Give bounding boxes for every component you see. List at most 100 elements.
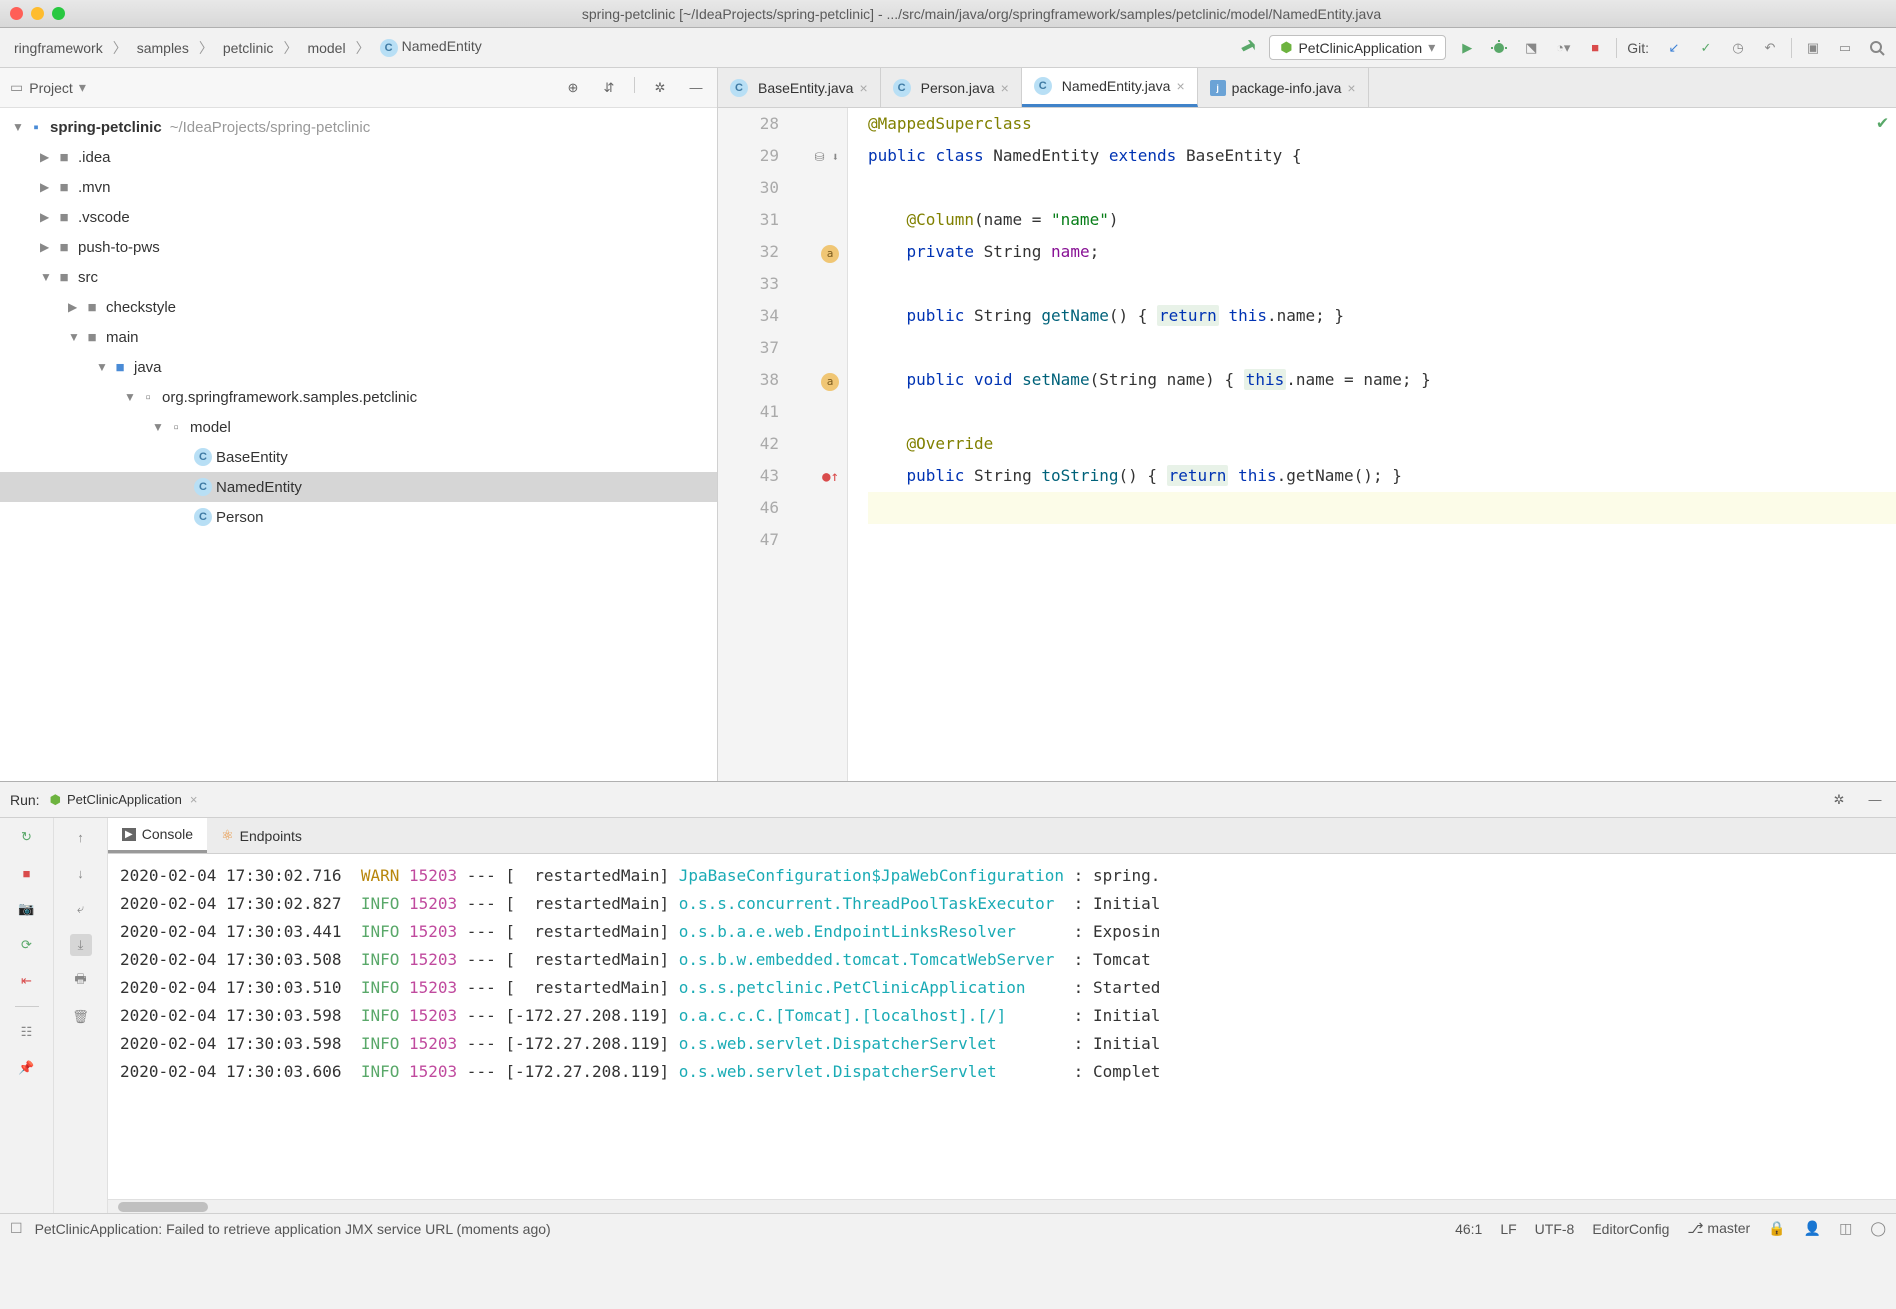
editorconfig-indicator[interactable]: EditorConfig [1592,1221,1669,1237]
minimize-window-button[interactable] [31,7,44,20]
expand-all-button[interactable]: ⇵ [598,77,620,99]
git-rollback-button[interactable]: ↶ [1759,37,1781,59]
stop-button[interactable]: ■ [1584,37,1606,59]
run-button[interactable]: ▶ [1456,37,1478,59]
tree-arrow-icon[interactable]: ▼ [152,420,166,434]
tree-row[interactable]: CPerson [0,502,717,532]
tree-arrow-icon[interactable]: ▼ [96,360,110,374]
layout-button[interactable]: ☷ [16,1021,38,1043]
tree-arrow-icon[interactable]: ▶ [40,210,54,224]
status-message[interactable]: PetClinicApplication: Failed to retrieve… [35,1221,551,1237]
tree-arrow-icon[interactable]: ▶ [68,300,82,314]
scrollbar-thumb[interactable] [118,1202,208,1212]
git-branch-indicator[interactable]: ⎇ master [1687,1220,1750,1237]
git-commit-button[interactable]: ✓ [1695,37,1717,59]
scroll-down-button[interactable]: ↓ [70,862,92,884]
stop-button[interactable]: ■ [16,862,38,884]
fullscreen-window-button[interactable] [52,7,65,20]
hide-panel-button[interactable]: — [685,77,707,99]
close-window-button[interactable] [10,7,23,20]
tree-arrow-icon[interactable]: ▶ [40,240,54,254]
encoding[interactable]: UTF-8 [1535,1221,1575,1237]
breadcrumb-item[interactable]: ringframework [8,38,109,58]
tree-row[interactable]: ▶■.idea [0,142,717,172]
breadcrumb-item[interactable]: model [301,38,351,58]
exit-button[interactable]: ⇤ [16,970,38,992]
tree-arrow-icon[interactable]: ▼ [124,390,138,404]
tree-arrow-icon[interactable]: ▼ [40,270,54,284]
git-update-button[interactable]: ↙ [1663,37,1685,59]
project-tree[interactable]: ▼▪spring-petclinic~/IdeaProjects/spring-… [0,108,717,781]
endpoints-tab[interactable]: ⚛ Endpoints [207,818,316,853]
settings-button[interactable]: ✲ [1828,789,1850,811]
tree-row[interactable]: CNamedEntity [0,472,717,502]
chevron-down-icon[interactable]: ▾ [79,79,86,96]
jpa-marker-icon[interactable]: ⛁ ⬇ [814,150,839,164]
profile-button[interactable]: ◔▾ [1552,37,1574,59]
run-config-name[interactable]: PetClinicApplication [67,792,182,807]
git-history-button[interactable]: ◷ [1727,37,1749,59]
console-output[interactable]: 2020-02-04 17:30:02.716 WARN 15203 --- [… [108,854,1896,1199]
ide-settings-button[interactable]: ▭ [1834,37,1856,59]
rerun-button[interactable]: ↻ [16,826,38,848]
build-button[interactable] [1237,37,1259,59]
override-marker-icon[interactable]: ●↑ [822,469,839,485]
tree-arrow-icon[interactable]: ▼ [12,120,26,134]
console-tab[interactable]: ▶ Console [108,818,207,853]
tool-windows-button[interactable]: ☐ [10,1220,23,1237]
accessor-marker-icon[interactable]: a [821,373,839,391]
gutter[interactable]: 2829303132333437384142434647 ⛁ ⬇aa●↑ [718,108,848,781]
line-separator[interactable]: LF [1500,1221,1516,1237]
tree-row[interactable]: ▼▫org.springframework.samples.petclinic [0,382,717,412]
search-icon[interactable]: ◯ [1870,1220,1886,1237]
settings-button[interactable]: ✲ [649,77,671,99]
editor-tab[interactable]: jpackage-info.java× [1198,68,1369,107]
tree-row[interactable]: ▶■push-to-pws [0,232,717,262]
tree-arrow-icon[interactable]: ▶ [40,180,54,194]
accessor-marker-icon[interactable]: a [821,245,839,263]
tree-row[interactable]: ▼▫model [0,412,717,442]
hide-panel-button[interactable]: — [1864,789,1886,811]
lock-icon[interactable]: 🔒 [1768,1220,1785,1237]
tree-row[interactable]: ▼■src [0,262,717,292]
search-everywhere-button[interactable] [1866,37,1888,59]
tree-arrow-icon[interactable]: ▼ [68,330,82,344]
clear-button[interactable]: 🗑 [70,1006,92,1028]
project-panel-title[interactable]: Project [29,80,73,96]
dump-threads-button[interactable]: 📷 [16,898,38,920]
breadcrumb-item[interactable]: CNamedEntity [374,36,488,59]
breadcrumb-item[interactable]: petclinic [217,38,280,58]
breadcrumb-item[interactable]: samples [131,38,195,58]
code-area[interactable]: @MappedSuperclass public class NamedEnti… [848,108,1896,781]
memory-icon[interactable]: ◫ [1839,1220,1852,1237]
scroll-up-button[interactable]: ↑ [70,826,92,848]
coverage-button[interactable]: ⬔ [1520,37,1542,59]
editor-tab[interactable]: CBaseEntity.java× [718,68,881,107]
soft-wrap-button[interactable]: ⤶ [70,898,92,920]
update-app-button[interactable]: ⟳ [16,934,38,956]
debug-button[interactable] [1488,37,1510,59]
editor-tab[interactable]: CPerson.java× [881,68,1022,107]
tree-row[interactable]: ▶■.vscode [0,202,717,232]
close-tab-icon[interactable]: × [1347,80,1355,96]
pin-button[interactable]: 📌 [16,1057,38,1079]
tree-row[interactable]: ▼▪spring-petclinic~/IdeaProjects/spring-… [0,112,717,142]
caret-position[interactable]: 46:1 [1455,1221,1482,1237]
tree-row[interactable]: ▶■.mvn [0,172,717,202]
tree-row[interactable]: ▼■main [0,322,717,352]
tree-row[interactable]: ▼■java [0,352,717,382]
run-config-selector[interactable]: ⬢ PetClinicApplication ▾ [1269,35,1446,60]
locate-file-button[interactable]: ⊕ [562,77,584,99]
tree-row[interactable]: CBaseEntity [0,442,717,472]
close-icon[interactable]: × [190,792,198,807]
editor-body[interactable]: ✔ 2829303132333437384142434647 ⛁ ⬇aa●↑ @… [718,108,1896,781]
print-button[interactable]: 🖶 [70,970,92,992]
scroll-to-end-button[interactable]: ⤓ [70,934,92,956]
project-structure-button[interactable]: ▣ [1802,37,1824,59]
tree-arrow-icon[interactable]: ▶ [40,150,54,164]
close-tab-icon[interactable]: × [1176,78,1184,94]
horizontal-scrollbar[interactable] [108,1199,1896,1213]
close-tab-icon[interactable]: × [1001,80,1009,96]
inspector-icon[interactable]: 👤 [1804,1220,1821,1237]
close-tab-icon[interactable]: × [859,80,867,96]
